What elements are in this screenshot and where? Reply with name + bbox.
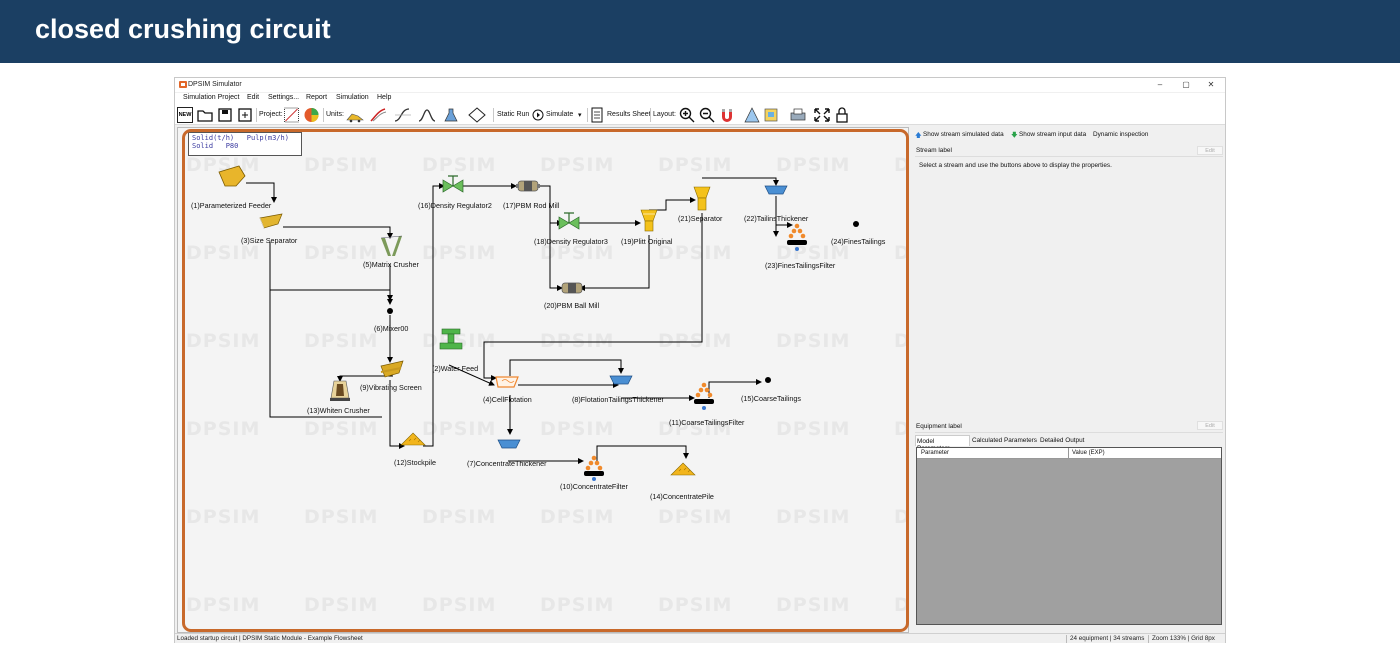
minimize-button[interactable]: –: [1154, 80, 1166, 89]
toolbar-separator: [323, 108, 324, 122]
column-parameter[interactable]: Parameter: [921, 450, 949, 456]
layout-label: Layout:: [653, 111, 676, 118]
arrow-up-icon: 🡅: [915, 132, 922, 139]
equipment-label-heading: Equipment label: [916, 423, 962, 430]
status-bar: Loaded startup circuit | DPSIM Static Mo…: [175, 633, 1225, 643]
status-divider: [1066, 635, 1067, 643]
project-label: Project:: [259, 111, 283, 118]
divider: [915, 156, 1223, 157]
toolbar-separator: [587, 108, 588, 122]
chevron-down-icon[interactable]: ▾: [578, 111, 582, 119]
zoom-in-icon[interactable]: [679, 107, 695, 123]
flask-icon[interactable]: [441, 107, 461, 123]
column-value[interactable]: Value (EXP): [1072, 450, 1105, 456]
new-button[interactable]: NEW: [177, 107, 193, 123]
show-input-data-button[interactable]: Show stream input data: [1019, 131, 1086, 138]
status-zoom: Zoom 133% | Grid 8px: [1152, 635, 1215, 642]
menu-help[interactable]: Help: [377, 94, 391, 101]
toolbar-separator: [493, 108, 494, 122]
grid-header: Parameter Value (EXP): [917, 448, 1221, 459]
menu-edit[interactable]: Edit: [247, 94, 259, 101]
properties-panel: 🡅 Show stream simulated data 🡇 Show stre…: [913, 127, 1225, 633]
peak-curve-icon[interactable]: [417, 107, 437, 123]
diamond-icon[interactable]: [467, 107, 487, 123]
status-message: Loaded startup circuit | DPSIM Static Mo…: [177, 635, 363, 642]
static-run-button[interactable]: Static Run: [497, 111, 529, 118]
grid-layout-icon[interactable]: [283, 107, 300, 123]
particle-size-icon[interactable]: [369, 107, 389, 123]
toolbar-separator: [650, 108, 651, 122]
parameter-grid[interactable]: Parameter Value (EXP): [916, 447, 1222, 625]
results-sheet-button[interactable]: Results Sheet: [607, 111, 651, 118]
app-logo-icon: [179, 81, 187, 88]
stream-hint-text: Select a stream and use the buttons abov…: [919, 162, 1112, 169]
menu-simulation-project[interactable]: Simulation Project: [183, 94, 239, 101]
arrow-down-icon: 🡇: [1011, 132, 1018, 139]
document-icon[interactable]: [590, 107, 604, 123]
toolbar-separator: [256, 108, 257, 122]
status-equipment-count: 24 equipment | 34 streams: [1070, 635, 1145, 642]
dynamic-inspection-button[interactable]: Dynamic inspection: [1093, 131, 1148, 138]
toolbar: NEW Project: Units: Static Run Simulate …: [175, 105, 1225, 125]
tab-calculated-parameters[interactable]: Calculated Parameters: [972, 437, 1037, 444]
equipment-edit-button[interactable]: Edit: [1197, 421, 1223, 430]
close-button[interactable]: ✕: [1205, 80, 1217, 89]
maximize-button[interactable]: ▢: [1180, 80, 1192, 89]
pie-chart-icon[interactable]: [303, 107, 320, 123]
column-divider: [1068, 448, 1069, 458]
title-bar: DPSIM Simulator – ▢ ✕: [175, 78, 1225, 92]
window-title: DPSIM Simulator: [188, 81, 242, 88]
tab-detailed-output[interactable]: Detailed Output: [1040, 437, 1084, 444]
distribution-curve-icon[interactable]: [393, 107, 413, 123]
lock-icon[interactable]: [835, 107, 849, 123]
menu-simulation[interactable]: Simulation: [336, 94, 369, 101]
tab-model-parameters[interactable]: Model Parameters: [915, 435, 970, 452]
divider: [915, 432, 1223, 433]
simulate-button[interactable]: Simulate: [546, 111, 573, 118]
highlight-frame: [182, 129, 909, 632]
menu-settings[interactable]: Settings...: [268, 94, 299, 101]
magnet-icon[interactable]: [719, 107, 739, 123]
report-icon[interactable]: [763, 107, 783, 123]
slide-title: closed crushing circuit: [35, 14, 331, 44]
fit-screen-icon[interactable]: [813, 107, 831, 123]
menu-report[interactable]: Report: [306, 94, 327, 101]
stream-edit-button[interactable]: Edit: [1197, 146, 1223, 155]
zoom-out-icon[interactable]: [699, 107, 715, 123]
cone-icon[interactable]: [743, 107, 761, 123]
printer-icon[interactable]: [789, 107, 809, 123]
excavator-icon[interactable]: [345, 107, 365, 123]
show-simulated-data-button[interactable]: Show stream simulated data: [923, 131, 1004, 138]
export-icon[interactable]: [237, 107, 253, 123]
stream-label-heading: Stream label: [916, 147, 952, 154]
play-icon[interactable]: [532, 107, 544, 123]
slide-banner: closed crushing circuit: [0, 0, 1400, 63]
status-divider: [1148, 635, 1149, 643]
save-icon[interactable]: [217, 107, 233, 123]
open-folder-icon[interactable]: [197, 107, 213, 123]
units-label: Units:: [326, 111, 344, 118]
menu-bar: Simulation Project Edit Settings... Repo…: [175, 93, 1225, 105]
